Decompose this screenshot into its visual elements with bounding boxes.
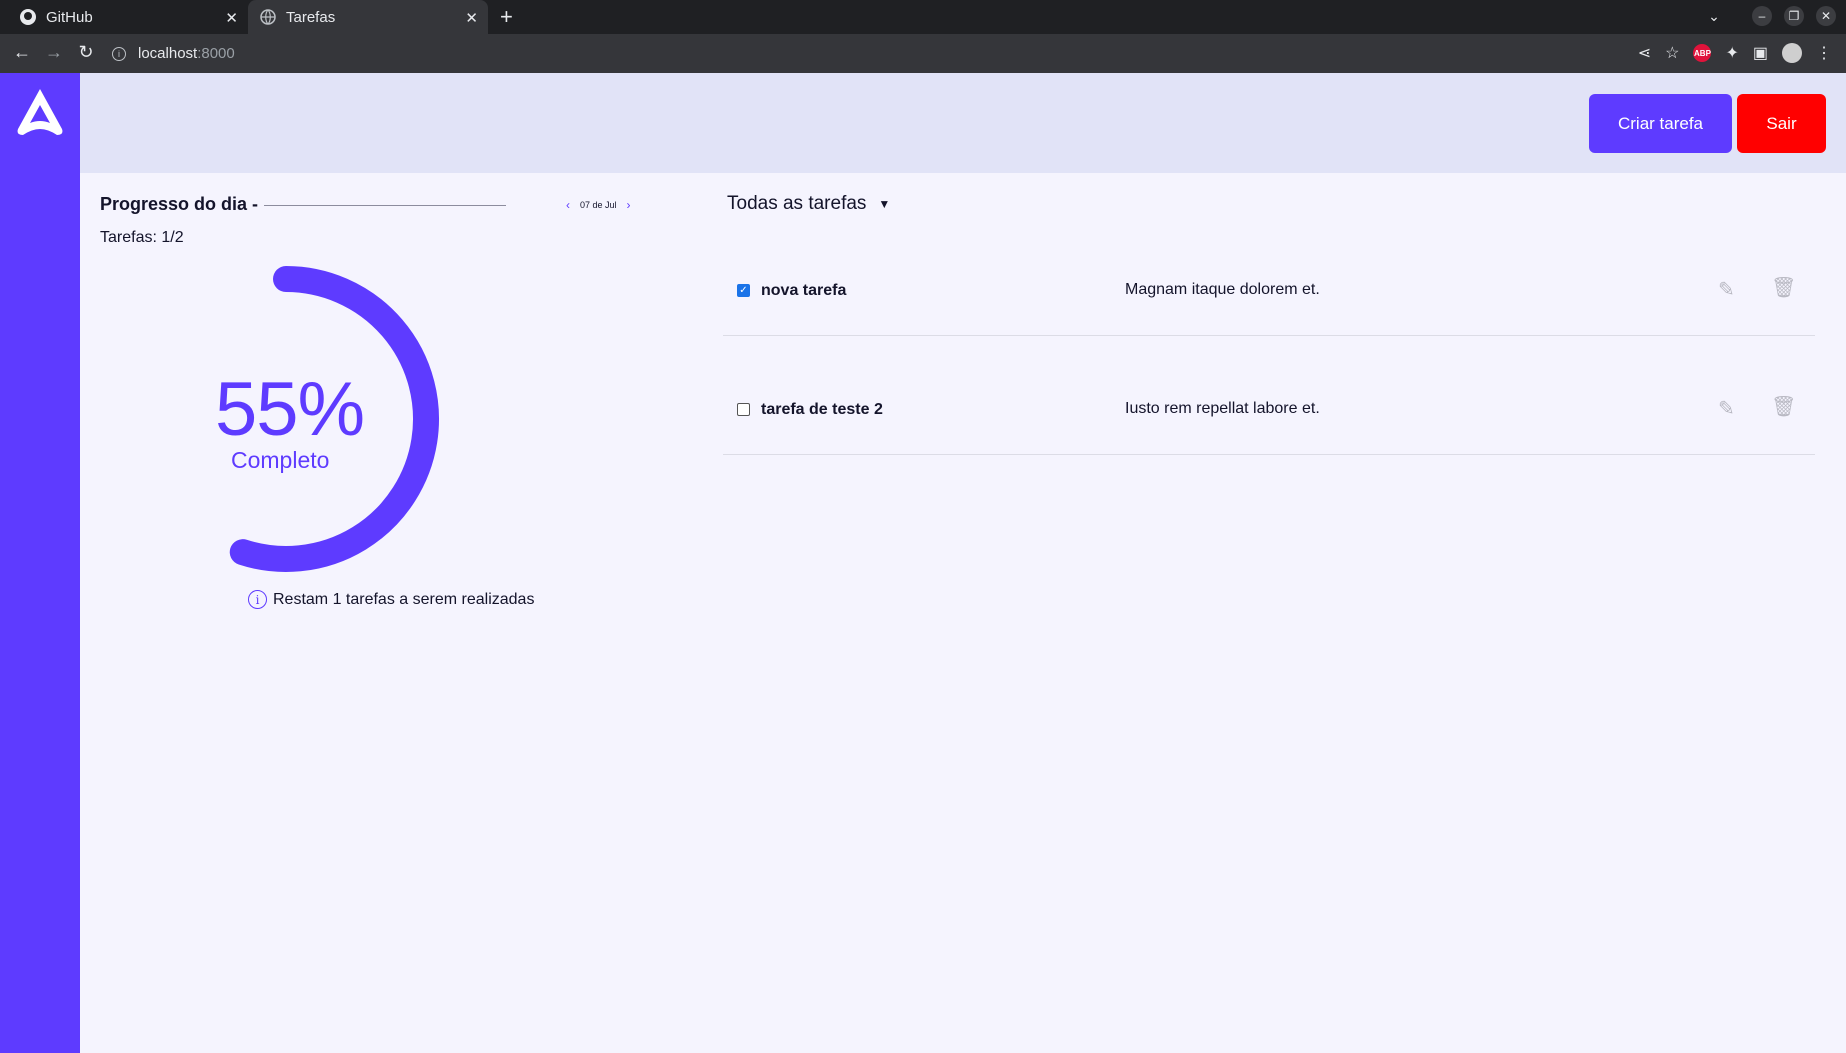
create-task-button[interactable]: Criar tarefa xyxy=(1589,94,1732,153)
top-bar: Criar tarefa Sair xyxy=(80,73,1846,173)
edit-icon[interactable]: ✎ xyxy=(1718,277,1735,302)
menu-icon[interactable]: ⋮ xyxy=(1816,43,1832,63)
logout-button[interactable]: Sair xyxy=(1737,94,1826,153)
minimize-icon[interactable]: – xyxy=(1752,6,1772,26)
browser-toolbar: ← → ↻ i localhost:8000 ⋖ ☆ ABP ✦ ▣ ⋮ xyxy=(0,34,1846,73)
app-logo-icon[interactable] xyxy=(12,83,68,144)
trash-icon[interactable]: 🗑 xyxy=(1771,275,1796,300)
url-host: localhost xyxy=(138,45,198,62)
extensions-icon[interactable]: ✦ xyxy=(1725,43,1738,63)
side-panel-icon[interactable]: ▣ xyxy=(1753,43,1768,63)
task-title: tarefa de teste 2 xyxy=(761,401,883,418)
tab-search-icon[interactable]: ⌄ xyxy=(1704,6,1724,26)
tab-github[interactable]: GitHub ✕ xyxy=(8,0,248,34)
task-checkbox[interactable] xyxy=(737,403,750,416)
task-filter-select[interactable]: Todas as tarefas ▼ xyxy=(727,193,890,215)
progress-title: Progresso do dia - xyxy=(100,194,259,214)
trash-icon[interactable]: 🗑 xyxy=(1771,394,1796,419)
info-icon: i xyxy=(248,590,267,609)
url-port: :8000 xyxy=(197,45,235,62)
divider xyxy=(264,205,506,206)
reload-icon[interactable]: ↻ xyxy=(74,42,98,63)
task-row: tarefa de teste 2 Iusto rem repellat lab… xyxy=(723,350,1815,455)
globe-icon xyxy=(260,9,276,25)
toolbar-actions: ⋖ ☆ ABP ✦ ▣ ⋮ xyxy=(1638,43,1832,63)
tab-tarefas[interactable]: Tarefas ✕ xyxy=(248,0,488,34)
task-description: Iusto rem repellat labore et. xyxy=(1125,400,1320,417)
current-date: 07 de Jul xyxy=(580,200,617,210)
progress-percent: 55% xyxy=(215,367,365,452)
share-icon[interactable]: ⋖ xyxy=(1638,43,1651,63)
close-icon[interactable]: ✕ xyxy=(465,9,478,27)
close-icon[interactable]: ✕ xyxy=(225,9,238,27)
edit-icon[interactable]: ✎ xyxy=(1718,396,1735,421)
close-window-icon[interactable]: ✕ xyxy=(1816,6,1836,26)
chevron-down-icon: ▼ xyxy=(878,197,891,211)
profile-avatar[interactable] xyxy=(1782,43,1802,63)
progress-label: Completo xyxy=(231,447,330,473)
filter-selected: Todas as tarefas xyxy=(727,193,867,214)
tasks-count: Tarefas: 1/2 xyxy=(100,229,184,246)
address-bar[interactable]: i localhost:8000 xyxy=(112,39,235,68)
remaining-info: i Restam 1 tarefas a serem realizadas xyxy=(248,590,534,609)
task-checkbox[interactable]: ✓ xyxy=(737,284,750,297)
adblock-icon[interactable]: ABP xyxy=(1693,44,1712,62)
restore-icon[interactable]: ❐ xyxy=(1784,6,1804,26)
github-icon xyxy=(20,9,36,25)
task-description: Magnam itaque dolorem et. xyxy=(1125,281,1320,298)
bookmark-star-icon[interactable]: ☆ xyxy=(1665,43,1679,63)
forward-icon[interactable]: → xyxy=(42,42,66,63)
browser-tabstrip: GitHub ✕ Tarefas ✕ + ⌄ – ❐ ✕ xyxy=(0,0,1846,34)
task-title: nova tarefa xyxy=(761,282,847,299)
tab-title: Tarefas xyxy=(286,8,336,26)
date-navigator: ‹ 07 de Jul › xyxy=(566,198,631,212)
task-row: ✓ nova tarefa Magnam itaque dolorem et. … xyxy=(723,231,1815,336)
sidebar xyxy=(0,73,80,1053)
chevron-left-icon[interactable]: ‹ xyxy=(566,198,570,212)
tab-title: GitHub xyxy=(46,8,93,26)
remaining-text: Restam 1 tarefas a serem realizadas xyxy=(273,590,535,608)
site-info-icon[interactable]: i xyxy=(112,46,126,61)
new-tab-icon[interactable]: + xyxy=(500,4,513,30)
back-icon[interactable]: ← xyxy=(10,42,34,63)
chevron-right-icon[interactable]: › xyxy=(627,198,631,212)
window-controls: ⌄ – ❐ ✕ xyxy=(1704,6,1836,26)
